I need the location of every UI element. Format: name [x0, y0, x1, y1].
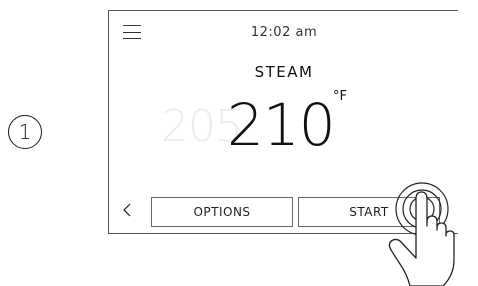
options-button[interactable]: OPTIONS: [151, 197, 293, 227]
step-number-badge: 1: [8, 115, 42, 149]
clock-time: 12:02 am: [250, 25, 318, 40]
current-temperature[interactable]: 210: [227, 91, 336, 159]
cooking-mode-title: STEAM: [254, 63, 314, 81]
back-arrow-icon[interactable]: [119, 201, 137, 219]
temperature-unit: °F: [333, 89, 347, 104]
hand-tap-icon: [388, 182, 455, 286]
